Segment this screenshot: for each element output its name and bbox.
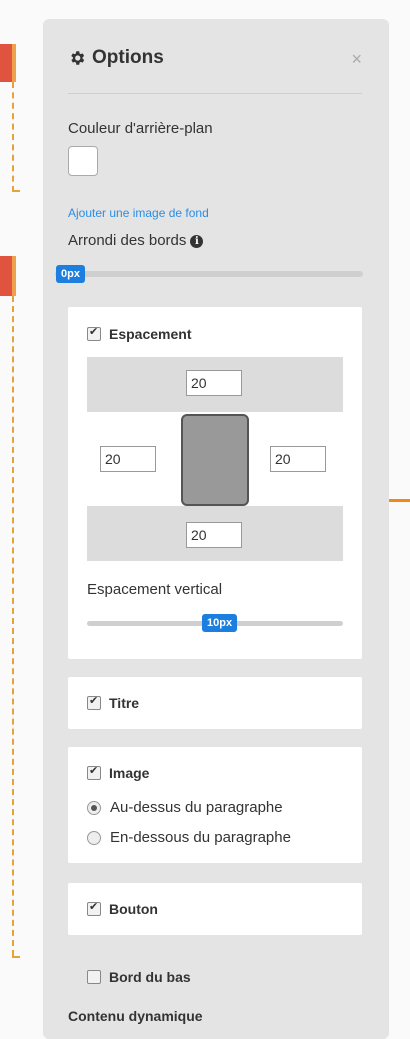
spacing-bottom-input[interactable]: [186, 522, 242, 548]
dynamic-content-heading: Contenu dynamique: [68, 1008, 203, 1024]
vertical-spacing-label: Espacement vertical: [87, 581, 223, 598]
button-checkbox[interactable]: [87, 900, 101, 916]
close-icon[interactable]: ×: [351, 49, 362, 70]
canvas-block-marker-top: [0, 44, 16, 82]
canvas-dashed-outline: [12, 956, 20, 958]
image-label: Image: [109, 765, 150, 781]
image-position-above[interactable]: Au-dessus du paragraphe: [87, 799, 283, 816]
image-toggle[interactable]: Image: [87, 764, 150, 781]
button-toggle[interactable]: Bouton: [87, 900, 158, 917]
gear-icon: [71, 51, 85, 65]
bottom-border-label: Bord du bas: [109, 969, 191, 985]
spacing-toggle[interactable]: Espacement: [87, 325, 192, 342]
title-card: Titre: [68, 677, 362, 729]
image-checkbox[interactable]: [87, 764, 101, 780]
canvas-block-marker-middle: [0, 256, 16, 296]
spacing-content-box: [181, 414, 249, 506]
border-radius-slider-track[interactable]: [55, 271, 363, 277]
radio-above[interactable]: [87, 800, 101, 815]
spacing-left-input[interactable]: [100, 446, 156, 472]
bottom-border-checkbox[interactable]: [87, 970, 101, 984]
vertical-spacing-slider-handle[interactable]: 10px: [202, 614, 238, 632]
spacing-checkbox[interactable]: [87, 325, 101, 341]
button-label: Bouton: [109, 901, 158, 917]
bottom-border-toggle[interactable]: Bord du bas: [87, 969, 191, 985]
info-icon[interactable]: i: [190, 235, 204, 248]
spacing-right-input[interactable]: [270, 446, 326, 472]
spacing-label: Espacement: [109, 326, 192, 342]
bg-color-swatch[interactable]: [68, 146, 98, 176]
title-label: Titre: [109, 695, 140, 711]
spacing-box-model: [87, 357, 343, 561]
border-radius-label: Arrondi des bords i: [68, 232, 204, 249]
canvas-dashed-outline: [12, 296, 14, 956]
button-card: Bouton: [68, 883, 362, 935]
radio-below-label: En-dessous du paragraphe: [110, 829, 291, 846]
image-card: Image Au-dessus du paragraphe En-dessous…: [68, 747, 362, 863]
bg-color-label: Couleur d'arrière-plan: [68, 120, 213, 137]
radio-above-label: Au-dessus du paragraphe: [110, 799, 283, 816]
panel-title: Options: [68, 47, 164, 69]
spacing-top-input[interactable]: [186, 370, 242, 396]
add-bg-image-link[interactable]: Ajouter une image de fond: [68, 206, 209, 220]
title-checkbox[interactable]: [87, 694, 101, 710]
panel-title-text: Options: [92, 47, 164, 68]
options-panel: Options × Couleur d'arrière-plan Ajouter…: [43, 19, 389, 1039]
panel-header: Options ×: [68, 47, 362, 94]
image-position-below[interactable]: En-dessous du paragraphe: [87, 829, 291, 846]
radio-below[interactable]: [87, 830, 101, 845]
canvas-dashed-outline: [12, 82, 14, 192]
canvas-dashed-outline: [12, 190, 20, 192]
spacing-card: Espacement Espacement vertical 10px: [68, 307, 362, 659]
border-radius-slider-handle[interactable]: 0px: [56, 265, 85, 283]
border-radius-label-text: Arrondi des bords: [68, 232, 187, 249]
title-toggle[interactable]: Titre: [87, 694, 140, 711]
